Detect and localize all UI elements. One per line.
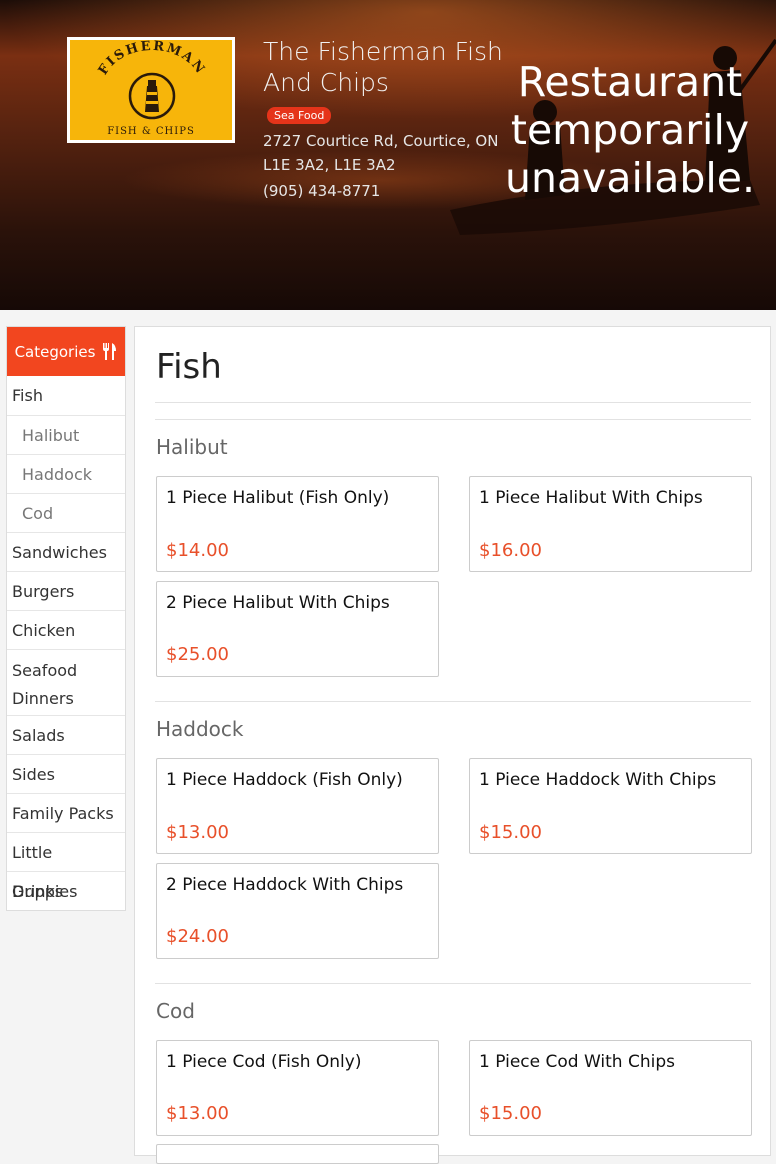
menu-item-name: 2 Piece Halibut With Chips [166, 593, 390, 613]
menu-item-price: $14.00 [166, 540, 229, 561]
divider [155, 419, 751, 420]
sidebar-item-fish[interactable]: Fish [7, 376, 125, 415]
section-title-cod: Cod [156, 999, 195, 1023]
menu-item-name: 1 Piece Cod With Chips [479, 1052, 675, 1072]
divider [155, 983, 751, 984]
section-title-halibut: Halibut [156, 435, 228, 459]
page-title: Fish [156, 347, 222, 387]
sidebar-item-cod[interactable]: Cod [7, 493, 125, 532]
restaurant-info: The Fisherman Fish And Chips Sea Food 27… [263, 36, 513, 200]
sidebar-item-chicken[interactable]: Chicken [7, 610, 125, 649]
menu-item-price: $24.00 [166, 926, 229, 947]
menu-item-price: $16.00 [479, 540, 542, 561]
menu-item-price: $13.00 [166, 822, 229, 843]
menu-item-price: $13.00 [166, 1103, 229, 1124]
sidebar-item-family-packs[interactable]: Family Packs [7, 793, 125, 832]
category-sidebar: Categories Fish Halibut Haddock Cod Sand… [6, 326, 126, 911]
lighthouse-icon: FISHERMAN [96, 40, 208, 120]
menu-item-card[interactable]: 1 Piece Haddock (Fish Only) $13.00 [156, 758, 439, 854]
availability-status: Restaurant temporarily unavailable. [505, 58, 756, 202]
restaurant-name: The Fisherman Fish And Chips [263, 37, 503, 97]
menu-panel: Fish Halibut 1 Piece Halibut (Fish Only)… [134, 326, 771, 1164]
menu-item-name: 2 Piece Haddock With Chips [166, 875, 404, 895]
cutlery-icon [103, 343, 117, 360]
menu-item-card[interactable]: 1 Piece Halibut (Fish Only) $14.00 [156, 476, 439, 572]
menu-item-price: $15.00 [479, 1103, 542, 1124]
sidebar-item-burgers[interactable]: Burgers [7, 571, 125, 610]
cuisine-badge: Sea Food [267, 107, 332, 124]
menu-item-name: 1 Piece Haddock (Fish Only) [166, 770, 403, 790]
sidebar-item-sides[interactable]: Sides [7, 754, 125, 793]
menu-item-name: 1 Piece Halibut With Chips [479, 488, 703, 508]
svg-text:FISHERMAN: FISHERMAN [96, 40, 208, 78]
sidebar-item-seafood-dinners[interactable]: Seafood Dinners [7, 649, 125, 715]
logo-arc-text: FISHERMAN [96, 40, 206, 78]
restaurant-phone[interactable]: (905) 434-8771 [263, 182, 513, 200]
categories-title: Categories [14, 342, 96, 361]
sidebar-item-little-guppies[interactable]: Little Guppies [7, 832, 125, 901]
menu-item-card[interactable]: 1 Piece Haddock With Chips $15.00 [469, 758, 752, 854]
sidebar-item-haddock[interactable]: Haddock [7, 454, 125, 493]
sidebar-item-sandwiches[interactable]: Sandwiches [7, 532, 125, 571]
sidebar-item-halibut[interactable]: Halibut [7, 415, 125, 454]
menu-item-price: $25.00 [166, 644, 229, 665]
restaurant-header: FISHERMAN FISH & CHIPS The Fisherman Fis… [0, 0, 776, 310]
menu-item-card[interactable]: 2 Piece Haddock With Chips $24.00 [156, 863, 439, 959]
restaurant-address: 2727 Courtice Rd, Courtice, ON L1E 3A2, … [263, 132, 499, 174]
restaurant-logo: FISHERMAN FISH & CHIPS [67, 37, 235, 143]
sidebar-item-salads[interactable]: Salads [7, 715, 125, 754]
menu-item-name: 1 Piece Haddock With Chips [479, 770, 717, 790]
menu-item-name: 1 Piece Halibut (Fish Only) [166, 488, 390, 508]
logo-subtitle: FISH & CHIPS [107, 126, 195, 137]
menu-item-price: $15.00 [479, 822, 542, 843]
divider [155, 402, 751, 403]
menu-item-card[interactable] [156, 1144, 439, 1164]
menu-item-card[interactable]: 2 Piece Halibut With Chips $25.00 [156, 581, 439, 677]
menu-item-card[interactable]: 1 Piece Cod (Fish Only) $13.00 [156, 1040, 439, 1136]
section-title-haddock: Haddock [156, 717, 244, 741]
menu-item-card[interactable]: 1 Piece Halibut With Chips $16.00 [469, 476, 752, 572]
divider [155, 701, 751, 702]
categories-header: Categories [7, 327, 125, 376]
menu-item-card[interactable]: 1 Piece Cod With Chips $15.00 [469, 1040, 752, 1136]
menu-item-name: 1 Piece Cod (Fish Only) [166, 1052, 362, 1072]
